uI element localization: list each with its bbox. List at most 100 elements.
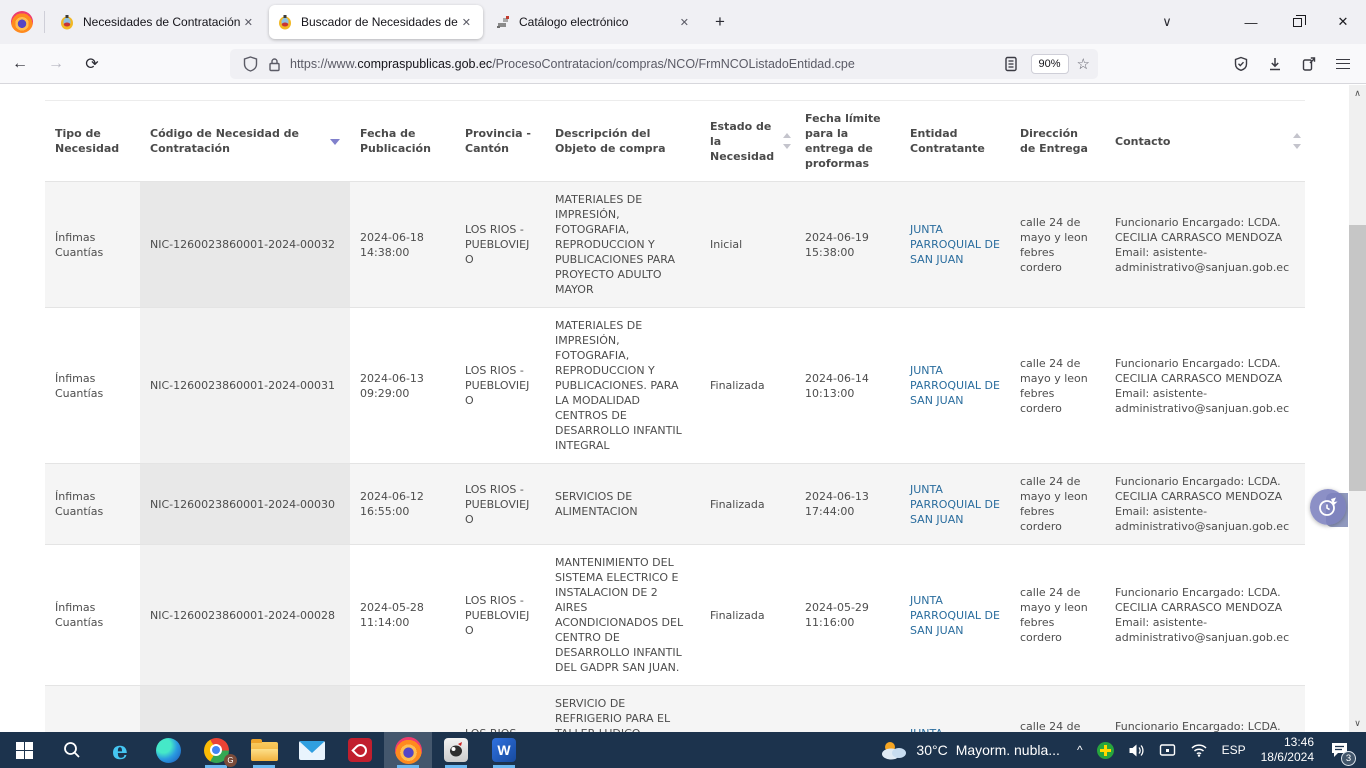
cell-direccion: calle 24 de mayo y leon febres cordero — [1010, 308, 1105, 464]
cell-spacer — [1295, 686, 1305, 733]
header-tipo[interactable]: Tipo de Necesidad — [45, 101, 140, 182]
cell-fecha-publicacion: 2024-06-12 16:55:00 — [350, 464, 455, 545]
cell-entidad: JUNTA PARROQUIAL DE SAN JUAN — [900, 182, 1010, 308]
edge-icon — [156, 738, 181, 763]
url-bar[interactable]: https://www.compraspublicas.gob.ec/Proce… — [230, 49, 1098, 79]
cell-entidad: JUNTA PARROQUIAL DE SAN JUAN — [900, 308, 1010, 464]
display-connect-button[interactable] — [1152, 732, 1183, 768]
scrollbar-thumb[interactable] — [1349, 225, 1366, 491]
tray-expand-button[interactable]: ^ — [1070, 732, 1090, 768]
antivirus-tray-button[interactable] — [1090, 732, 1121, 768]
cell-entidad: JUNTA PARROQUIAL DE SAN JUAN — [900, 464, 1010, 545]
cell-codigo: NIC-1260023860001-2024-00032 — [140, 182, 350, 308]
close-icon[interactable]: ✕ — [458, 14, 475, 31]
cell-estado: Finalizada — [700, 308, 795, 464]
cell-direccion: calle 24 de mayo y leon febres cordero — [1010, 545, 1105, 686]
new-tab-button[interactable]: + — [705, 7, 735, 37]
header-sort-end[interactable] — [1295, 101, 1305, 182]
notification-count-badge: 3 — [1341, 751, 1356, 766]
tab-necesidades[interactable]: Necesidades de Contratación y ✕ — [51, 5, 265, 39]
header-entidad[interactable]: Entidad Contratante — [900, 101, 1010, 182]
acrobat-button[interactable] — [336, 732, 384, 768]
header-contacto[interactable]: Contacto — [1105, 101, 1295, 182]
needs-table-body: Ínfimas CuantíasNIC-1260023860001-2024-0… — [45, 182, 1305, 733]
header-estado[interactable]: Estado de la Necesidad — [700, 101, 795, 182]
keyboard-language-button[interactable]: ESP — [1215, 732, 1253, 768]
menu-icon[interactable] — [1326, 49, 1360, 79]
reload-button[interactable]: ⟳ — [76, 49, 108, 79]
tab-overflow-button[interactable]: ∨ — [1150, 5, 1184, 39]
internet-explorer-button[interactable]: e — [96, 732, 144, 768]
maximize-button[interactable] — [1274, 5, 1320, 39]
cell-fecha-limite: 2024-05-29 11:16:00 — [795, 545, 900, 686]
wifi-button[interactable] — [1183, 732, 1215, 768]
scroll-up-arrow[interactable]: ∧ — [1349, 85, 1366, 102]
header-provincia[interactable]: Provincia - Cantón — [455, 101, 545, 182]
misc-app-button[interactable] — [432, 732, 480, 768]
cell-spacer — [1295, 182, 1305, 308]
cell-tipo: Ínfimas Cuantías — [45, 182, 140, 308]
cell-fecha-publicacion: 2024-05-27 16:15:00 — [350, 686, 455, 733]
clock-widget[interactable]: 13:46 18/6/2024 — [1253, 735, 1322, 765]
misc-app-icon — [444, 738, 468, 762]
search-button[interactable] — [48, 732, 96, 768]
cell-estado: Finalizada — [700, 686, 795, 733]
monitor-icon — [1159, 743, 1176, 758]
back-button[interactable]: ← — [4, 49, 36, 79]
bookmark-star-icon[interactable]: ☆ — [1077, 55, 1090, 73]
downloads-icon[interactable] — [1258, 49, 1292, 79]
extension-shield-icon[interactable] — [1224, 49, 1258, 79]
minimize-button[interactable]: — — [1228, 5, 1274, 39]
firefox-icon — [395, 737, 422, 764]
window-close-button[interactable]: ✕ — [1320, 5, 1366, 39]
scroll-down-arrow[interactable]: ∨ — [1349, 715, 1366, 732]
firefox-view-button[interactable] — [4, 4, 40, 40]
entity-link[interactable]: JUNTA PARROQUIAL DE SAN JUAN — [910, 594, 1000, 637]
start-button[interactable] — [0, 732, 48, 768]
weather-sun-cloud-icon — [878, 739, 908, 761]
header-fecha-limite[interactable]: Fecha límite para la entrega de proforma… — [795, 101, 900, 182]
entity-link[interactable]: JUNTA PARROQUIAL DE SAN JUAN — [910, 223, 1000, 266]
cell-spacer — [1295, 545, 1305, 686]
edge-button[interactable] — [144, 732, 192, 768]
tab-catalogo[interactable]: Catálogo electrónico ✕ — [487, 5, 701, 39]
sort-icon — [1292, 132, 1302, 150]
share-icon[interactable] — [1292, 49, 1326, 79]
mail-button[interactable] — [288, 732, 336, 768]
volume-button[interactable] — [1121, 732, 1152, 768]
weather-widget[interactable]: 30°C Mayorm. nubla... — [868, 739, 1070, 761]
taskbar: e G W 30 — [0, 732, 1366, 768]
close-icon[interactable]: ✕ — [676, 14, 693, 31]
chrome-profile-badge: G — [224, 754, 237, 767]
cell-codigo: NIC-1260023860001-2024-00029 — [140, 686, 350, 733]
cell-tipo: Ínfimas Cuantías — [45, 464, 140, 545]
entity-link[interactable]: JUNTA PARROQUIAL DE SAN JUAN — [910, 364, 1000, 407]
cell-fecha-publicacion: 2024-05-28 11:14:00 — [350, 545, 455, 686]
floating-timer-button[interactable] — [1310, 489, 1346, 525]
notification-center-button[interactable]: 3 — [1322, 732, 1362, 768]
cell-estado: Inicial — [700, 182, 795, 308]
cell-contacto: Funcionario Encargado: LCDA. CECILIA CAR… — [1105, 686, 1295, 733]
zoom-level-button[interactable]: 90% — [1031, 54, 1069, 74]
header-codigo[interactable]: Código de Necesidad de Contratación — [140, 101, 350, 182]
reader-mode-icon[interactable] — [999, 52, 1023, 76]
tab-buscador[interactable]: Buscador de Necesidades de Co ✕ — [269, 5, 483, 39]
cell-fecha-limite: 2024-06-13 17:44:00 — [795, 464, 900, 545]
forward-button[interactable]: → — [40, 49, 72, 79]
lock-icon[interactable] — [262, 52, 286, 76]
tracking-protection-shield-icon[interactable] — [238, 52, 262, 76]
firefox-button[interactable] — [384, 732, 432, 768]
search-icon — [62, 740, 82, 760]
file-explorer-button[interactable] — [240, 732, 288, 768]
cell-contacto: Funcionario Encargado: LCDA. CECILIA CAR… — [1105, 464, 1295, 545]
header-descripcion[interactable]: Descripción del Objeto de compra — [545, 101, 700, 182]
word-button[interactable]: W — [480, 732, 528, 768]
close-icon[interactable]: ✕ — [240, 14, 257, 31]
header-direccion[interactable]: Dirección de Entrega — [1010, 101, 1105, 182]
cell-fecha-limite: 2024-06-14 10:13:00 — [795, 308, 900, 464]
entity-link[interactable]: JUNTA PARROQUIAL DE SAN JUAN — [910, 483, 1000, 526]
chrome-button[interactable]: G — [192, 732, 240, 768]
cell-provincia: LOS RIOS - PUEBLOVIEJO — [455, 545, 545, 686]
header-fecha-publicacion[interactable]: Fecha de Publicación — [350, 101, 455, 182]
vertical-scrollbar[interactable]: ∧ ∨ — [1349, 85, 1366, 732]
